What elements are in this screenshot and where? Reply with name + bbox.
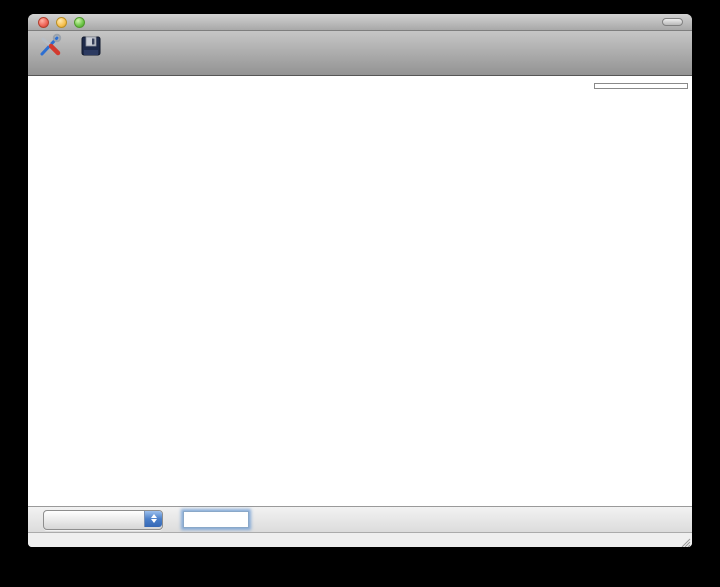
save-button[interactable] — [77, 31, 104, 59]
plot-legend — [594, 83, 688, 89]
select-stepper-icon — [144, 511, 162, 527]
figure-canvas[interactable] — [28, 76, 692, 506]
window-controls — [38, 17, 85, 28]
save-icon — [77, 33, 104, 59]
show-hide-controls-button[interactable] — [36, 31, 63, 59]
toolbar-toggle-pill[interactable] — [662, 18, 683, 26]
resize-grip[interactable] — [679, 536, 691, 547]
zoom-residue-input[interactable] — [183, 511, 249, 528]
titlebar[interactable] — [28, 14, 692, 31]
toolbar — [28, 31, 692, 76]
minimize-button[interactable] — [56, 17, 67, 28]
app-window — [28, 14, 692, 547]
tools-icon — [36, 33, 63, 59]
controls-bar — [28, 506, 692, 532]
desktop-background — [0, 0, 720, 587]
residue-range-select[interactable] — [43, 510, 163, 530]
multi-criterion-plot[interactable] — [28, 76, 692, 506]
zoom-button[interactable] — [74, 17, 85, 28]
status-bar — [28, 532, 692, 547]
close-button[interactable] — [38, 17, 49, 28]
